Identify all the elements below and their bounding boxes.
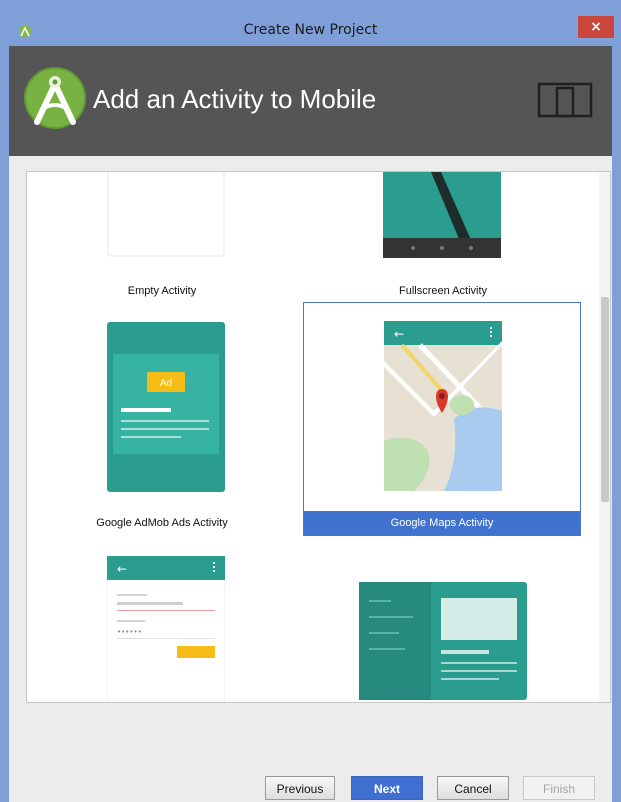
wizard-header: Add an Activity to Mobile	[9, 46, 612, 156]
selected-tile-label: Google Maps Activity	[304, 511, 580, 535]
phone-tablet-icon	[537, 82, 593, 118]
next-button[interactable]: Next	[351, 776, 423, 800]
tile-login-activity[interactable]: ← ••••••	[27, 544, 297, 702]
tile-google-maps-activity[interactable]: ← Google Maps Activity	[303, 302, 581, 536]
tile-label: Empty Activity	[127, 285, 197, 297]
admob-activity-preview: Ad	[107, 322, 225, 492]
tile-label: Fullscreen Activity	[398, 285, 488, 297]
login-activity-preview: ← ••••••	[107, 556, 225, 702]
google-maps-preview: ←	[384, 321, 502, 491]
finish-button: Finish	[523, 776, 595, 800]
tile-label: Google AdMob Ads Activity	[96, 517, 228, 529]
svg-text:←: ←	[117, 562, 127, 576]
gallery-scrollbar-thumb[interactable]	[601, 297, 609, 502]
wizard-body: Empty Activity Fullscreen Activity Ad Go…	[9, 156, 612, 802]
svg-text:←: ←	[394, 327, 404, 341]
svg-text:••••••: ••••••	[117, 628, 142, 636]
close-button[interactable]: ×	[578, 16, 614, 38]
tile-admob-activity[interactable]: Ad Google AdMob Ads Activity	[27, 312, 297, 537]
master-detail-preview	[359, 582, 527, 700]
cancel-button[interactable]: Cancel	[437, 776, 509, 800]
fullscreen-activity-preview	[383, 172, 501, 258]
page-title: Add an Activity to Mobile	[93, 84, 377, 114]
activity-gallery: Empty Activity Fullscreen Activity Ad Go…	[26, 171, 611, 703]
ad-badge: Ad	[160, 378, 172, 389]
tile-empty-activity[interactable]: Empty Activity	[27, 172, 297, 302]
window-title: Create New Project	[243, 22, 378, 38]
tile-fullscreen-activity[interactable]: Fullscreen Activity	[305, 172, 581, 302]
create-new-project-window: Create New Project × Add an Activity to …	[0, 0, 621, 802]
tile-master-detail-activity[interactable]	[305, 544, 581, 702]
android-studio-logo-icon	[24, 67, 86, 129]
previous-button[interactable]: Previous	[265, 776, 335, 800]
title-bar: Create New Project ×	[0, 0, 621, 46]
empty-activity-preview	[107, 172, 225, 257]
